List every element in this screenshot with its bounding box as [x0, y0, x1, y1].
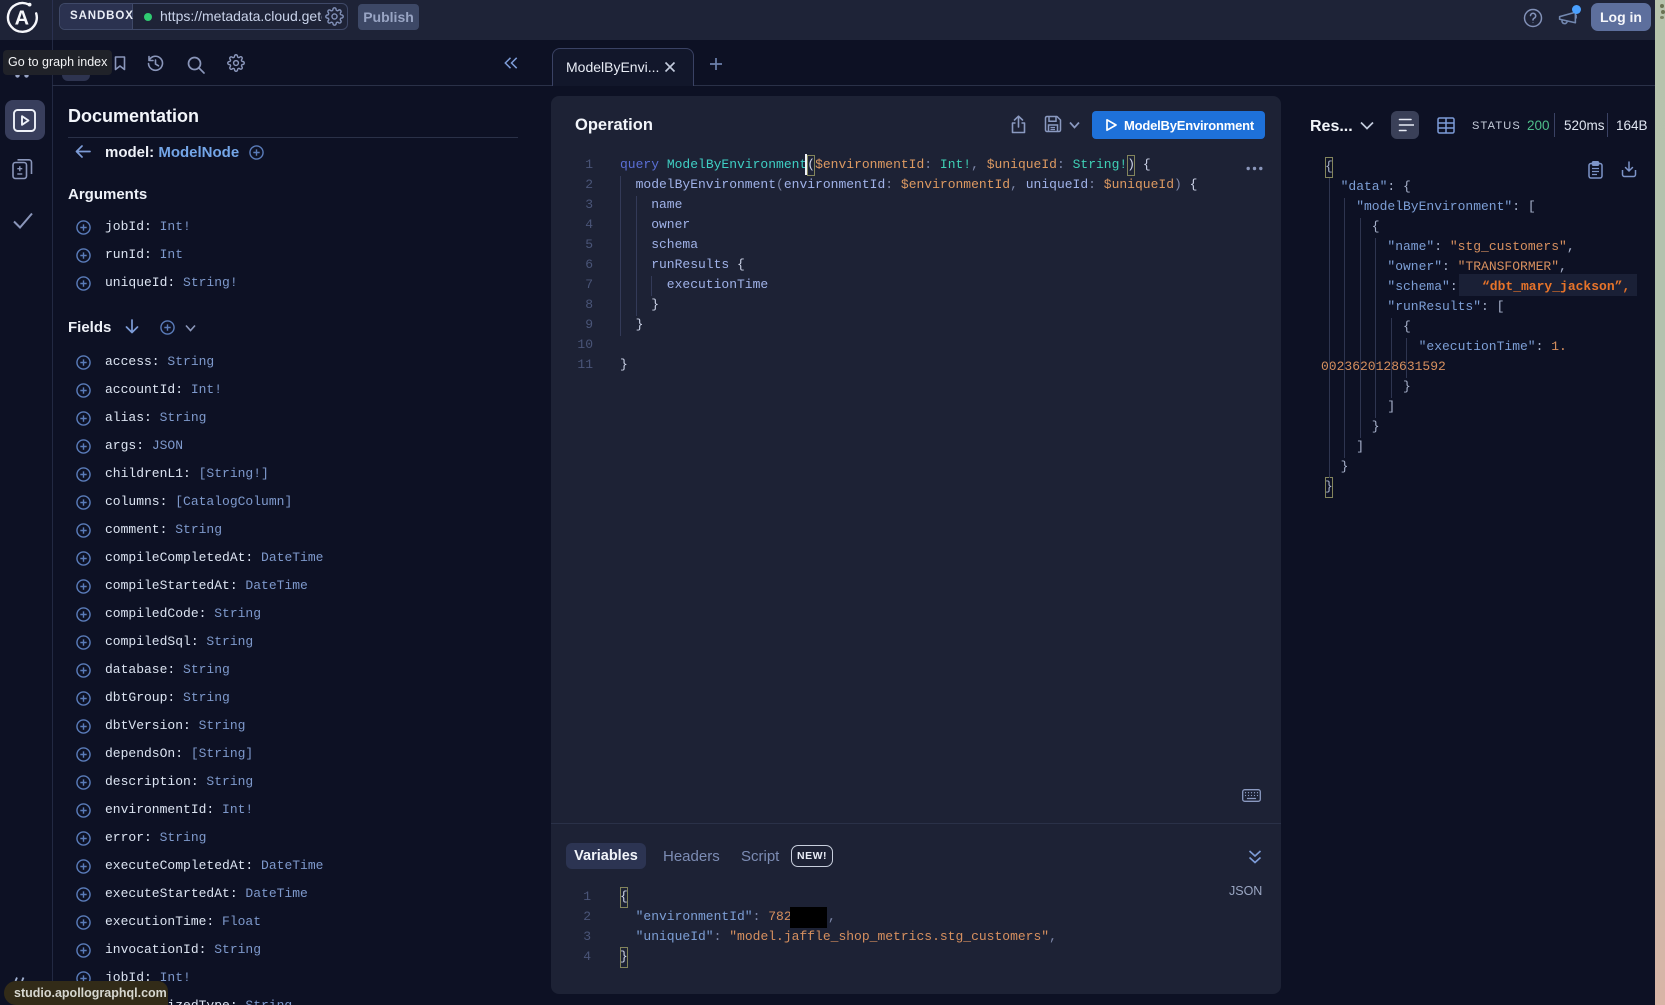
svg-text:A: A — [15, 8, 29, 30]
